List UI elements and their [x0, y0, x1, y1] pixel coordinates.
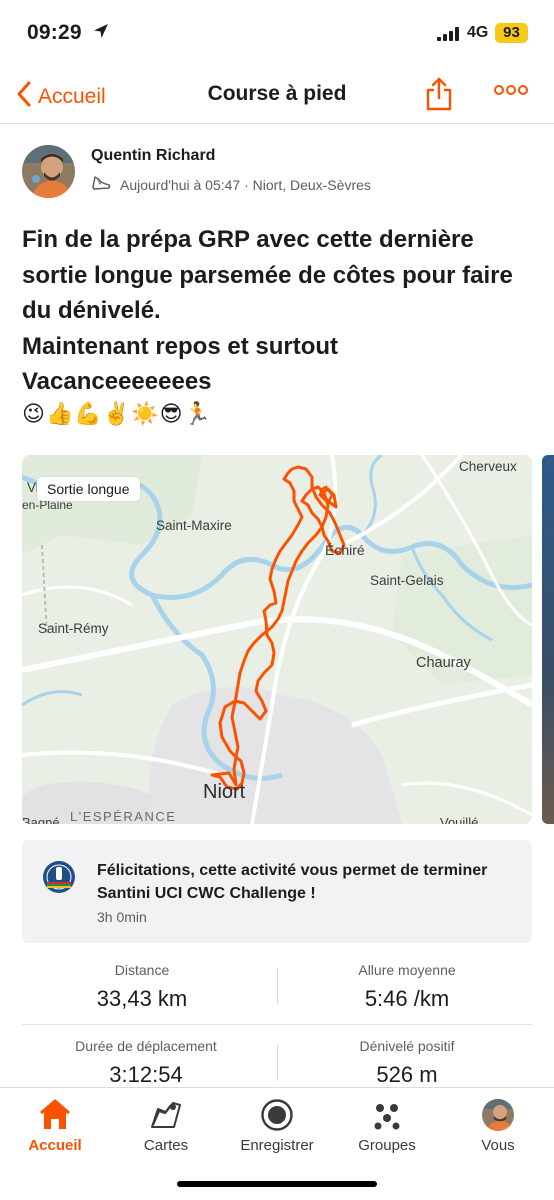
activity-meta: Aujourd'hui à 05:47 · Niort, Deux-Sèvres: [91, 174, 371, 195]
tab-label: Groupes: [358, 1137, 416, 1154]
back-label: Accueil: [38, 84, 106, 108]
author-name[interactable]: Quentin Richard: [91, 147, 215, 165]
achievement-card[interactable]: Félicitations, cette activité vous perme…: [22, 840, 532, 943]
map-label-saint-remy: Saint-Rémy: [38, 621, 109, 636]
stat-label: Allure moyenne: [358, 962, 456, 978]
description-paragraph: Maintenant repos et surtout Vacanceeeeee…: [22, 332, 339, 396]
tab-vous[interactable]: Vous: [443, 1098, 553, 1154]
groups-icon: [332, 1098, 442, 1132]
next-photo-preview[interactable]: [542, 455, 554, 824]
map-icon: [111, 1098, 221, 1132]
share-icon[interactable]: [425, 76, 453, 117]
workout-type-badge: Sortie longue: [37, 477, 140, 501]
stat-label: Durée de déplacement: [75, 1038, 217, 1054]
chevron-left-icon: [16, 80, 32, 113]
emoji: 😎: [159, 402, 183, 427]
achievement-duration: 3h 0min: [97, 909, 147, 925]
map-label-saint-maxire: Saint-Maxire: [156, 518, 232, 533]
challenge-badge-icon: [42, 858, 76, 901]
signal-icon: [437, 27, 459, 46]
stat-divider: [277, 1045, 278, 1081]
emoji: 😉: [22, 402, 45, 427]
map-label-saint-gelais: Saint-Gelais: [370, 573, 444, 588]
emoji: ✌️: [102, 402, 131, 427]
stat-label: Distance: [114, 962, 170, 978]
location-arrow-icon: [92, 22, 110, 45]
stat-distance: Distance 33,43 km: [22, 962, 262, 1012]
back-button[interactable]: Accueil: [16, 80, 106, 113]
map-label-vouille: Vouillé: [440, 815, 478, 824]
battery-indicator: 93: [495, 23, 528, 43]
map-label-esperance: L'ESPÉRANCE: [70, 809, 176, 824]
status-bar: 09:29 4G 93: [0, 0, 554, 66]
map-label-echire: Échiré: [325, 542, 365, 558]
stat-moving-time: Durée de déplacement 3:12:54: [26, 1038, 266, 1088]
shoe-icon: [91, 174, 111, 195]
route-map[interactable]: Cherveux Vil en-Plaine Saint-Maxire Échi…: [22, 455, 532, 824]
stat-value: 526 m: [376, 1062, 438, 1087]
stat-value: 33,43 km: [96, 986, 188, 1011]
tab-label: Enregistrer: [240, 1137, 314, 1154]
emoji: 🏃: [183, 402, 211, 427]
more-icon[interactable]: [494, 83, 528, 102]
stat-divider: [277, 968, 278, 1004]
stat-elevation: Dénivelé positif 526 m: [287, 1038, 527, 1088]
description-emojis: 😉 👍 💪 ✌️ ☀️ 😎 🏃: [22, 398, 211, 432]
map-label-niort: Niort: [203, 781, 246, 803]
stat-pace: Allure moyenne 5:46 /km: [287, 962, 527, 1012]
avatar[interactable]: [22, 145, 75, 198]
status-time: 09:29: [27, 21, 82, 44]
emoji: ☀️: [131, 402, 159, 427]
record-icon: [222, 1098, 332, 1132]
stat-label: Dénivelé positif: [359, 1038, 455, 1054]
nav-bar: Accueil Course à pied: [0, 66, 554, 124]
tab-accueil[interactable]: Accueil: [0, 1098, 110, 1154]
activity-description: Fin de la prépa GRP avec cette dernière …: [22, 222, 532, 400]
map-label-cherveux: Cherveux: [459, 459, 517, 474]
home-icon: [0, 1098, 110, 1132]
map-label-chauray: Chauray: [416, 655, 472, 671]
home-indicator: [177, 1181, 377, 1187]
activity-meta-text: Aujourd'hui à 05:47 · Niort, Deux-Sèvres: [120, 176, 371, 193]
tab-label: Cartes: [143, 1137, 189, 1154]
map-label-bagne: Bagné: [22, 815, 60, 824]
achievement-text: Félicitations, cette activité vous perme…: [97, 862, 488, 902]
network-type: 4G: [467, 24, 489, 41]
description-paragraph: Fin de la prépa GRP avec cette dernière …: [22, 226, 513, 324]
tab-label: Accueil: [28, 1137, 82, 1154]
tab-enregistrer[interactable]: Enregistrer: [222, 1098, 332, 1154]
emoji: 👍: [45, 402, 74, 427]
stat-value: 5:46 /km: [364, 986, 450, 1011]
tab-groupes[interactable]: Groupes: [332, 1098, 442, 1154]
emoji: 💪: [74, 402, 102, 427]
tab-cartes[interactable]: Cartes: [111, 1098, 221, 1154]
profile-avatar: [443, 1098, 553, 1132]
tab-label: Vous: [481, 1137, 515, 1154]
stats-divider: [22, 1024, 532, 1025]
nav-divider: [0, 123, 554, 124]
stat-value: 3:12:54: [109, 1062, 183, 1087]
